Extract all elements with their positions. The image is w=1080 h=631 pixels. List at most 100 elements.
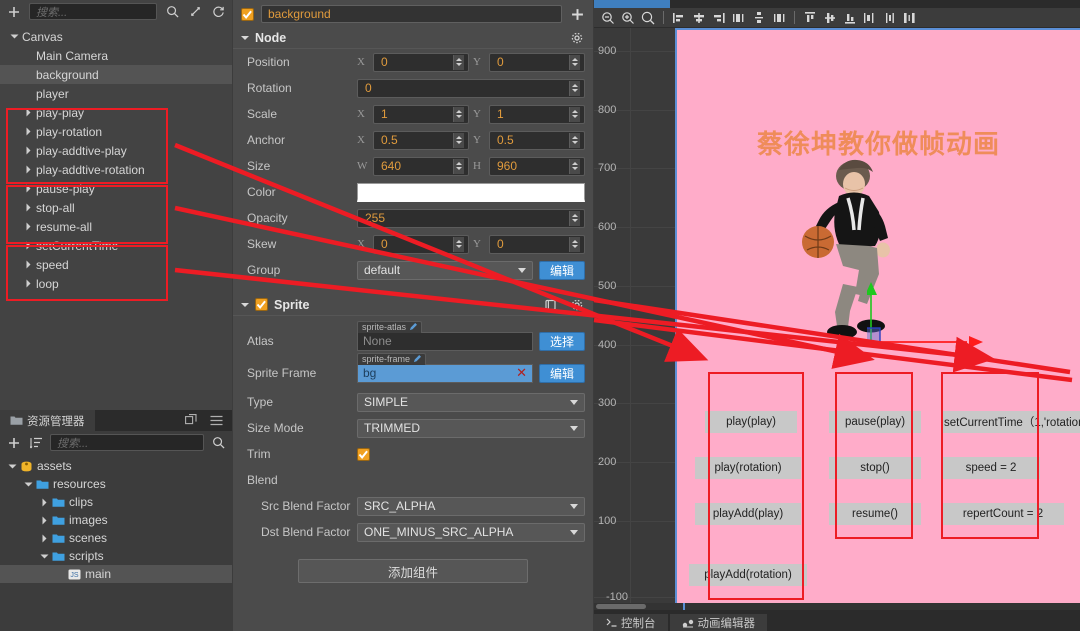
trim-checkbox[interactable]: [357, 447, 370, 461]
hierarchy-node-background[interactable]: background: [0, 65, 232, 84]
popout-icon[interactable]: [183, 412, 199, 428]
scale-x-input[interactable]: 1: [373, 104, 469, 124]
sprite-section-header[interactable]: Sprite: [233, 294, 593, 316]
stepper[interactable]: [453, 106, 464, 122]
gear-icon[interactable]: [569, 297, 585, 313]
distribute-center-icon[interactable]: [751, 10, 767, 26]
tab-animation-editor[interactable]: 动画编辑器: [669, 614, 767, 631]
zoom-fit-icon[interactable]: [640, 10, 656, 26]
link-icon[interactable]: [187, 4, 203, 20]
hierarchy-node-stop-all[interactable]: stop-all: [0, 198, 232, 217]
ui-button-play-rotation[interactable]: play(rotation): [695, 457, 801, 479]
add-component-button[interactable]: 添加组件: [298, 559, 528, 583]
hierarchy-node-speed[interactable]: speed: [0, 255, 232, 274]
ui-button-playadd-rotation[interactable]: playAdd(rotation): [689, 564, 807, 586]
hierarchy-node-resume-all[interactable]: resume-all: [0, 217, 232, 236]
game-canvas[interactable]: 蔡徐坤教你做帧动画 play(play) play(rotation) play…: [675, 28, 1080, 610]
chevron-right-icon[interactable]: [40, 516, 49, 525]
align-bottom-icon[interactable]: [842, 10, 858, 26]
hierarchy-node-loop[interactable]: loop: [0, 274, 232, 293]
size-width-input[interactable]: 640: [373, 156, 469, 176]
group-select[interactable]: default: [357, 260, 533, 280]
size-height-input[interactable]: 960: [489, 156, 585, 176]
asset-item-clips[interactable]: clips: [0, 493, 232, 511]
ui-button-speed[interactable]: speed = 2: [942, 457, 1040, 479]
atlas-input[interactable]: None: [357, 331, 533, 351]
asset-item-main[interactable]: JS main: [0, 565, 232, 583]
ui-button-setcurrenttime[interactable]: setCurrentTime（1,'rotation'）: [942, 411, 1080, 433]
scene-horizontal-scrollbar[interactable]: [594, 603, 1080, 610]
src-blend-select[interactable]: SRC_ALPHA: [357, 496, 585, 516]
distribute-edges-icon[interactable]: [902, 10, 918, 26]
stepper[interactable]: [569, 80, 580, 96]
zoom-out-icon[interactable]: [600, 10, 616, 26]
node-section-header[interactable]: Node: [233, 27, 593, 49]
assets-search-input[interactable]: 搜索...: [50, 434, 204, 451]
chevron-right-icon[interactable]: [40, 534, 49, 543]
position-y-input[interactable]: 0: [489, 52, 585, 72]
sprite-frame-input[interactable]: bg ✕: [357, 363, 533, 383]
align-middle-icon[interactable]: [822, 10, 838, 26]
opacity-input[interactable]: 255: [357, 208, 585, 228]
chevron-right-icon[interactable]: [24, 165, 33, 174]
tab-asset-manager[interactable]: 资源管理器: [0, 410, 95, 431]
distribute-right-icon[interactable]: [771, 10, 787, 26]
scrollbar-thumb[interactable]: [596, 604, 646, 609]
clear-icon[interactable]: ✕: [516, 365, 527, 381]
ui-button-pause-play[interactable]: pause(play): [829, 411, 921, 433]
stepper[interactable]: [569, 158, 580, 174]
chevron-right-icon[interactable]: [24, 146, 33, 155]
stepper[interactable]: [569, 106, 580, 122]
dst-blend-select[interactable]: ONE_MINUS_SRC_ALPHA: [357, 522, 585, 542]
ui-button-repertcount[interactable]: repertCount = 2: [942, 503, 1064, 525]
asset-item-resources[interactable]: resources: [0, 475, 232, 493]
stepper[interactable]: [569, 210, 580, 226]
distribute-v-icon[interactable]: [882, 10, 898, 26]
distribute-left-icon[interactable]: [731, 10, 747, 26]
sprite-frame-edit-button[interactable]: 编辑: [538, 363, 585, 383]
asset-item-scenes[interactable]: scenes: [0, 529, 232, 547]
hierarchy-node-pause-play[interactable]: pause-play: [0, 179, 232, 198]
refresh-icon[interactable]: [210, 4, 226, 20]
color-swatch[interactable]: [357, 182, 585, 202]
chevron-right-icon[interactable]: [24, 260, 33, 269]
transform-gizmo[interactable]: [867, 270, 987, 360]
ui-button-stop[interactable]: stop(): [829, 457, 921, 479]
sort-icon[interactable]: [28, 435, 44, 451]
type-select[interactable]: SIMPLE: [357, 392, 585, 412]
size-mode-select[interactable]: TRIMMED: [357, 418, 585, 438]
chevron-right-icon[interactable]: [24, 184, 33, 193]
menu-icon[interactable]: [208, 412, 224, 428]
chevron-down-icon[interactable]: [8, 462, 17, 471]
asset-item-images[interactable]: images: [0, 511, 232, 529]
hierarchy-node-play-addtive-play[interactable]: play-addtive-play: [0, 141, 232, 160]
chevron-right-icon[interactable]: [24, 241, 33, 250]
help-book-icon[interactable]: [543, 297, 559, 313]
align-left-icon[interactable]: [671, 10, 687, 26]
chevron-right-icon[interactable]: [24, 279, 33, 288]
hierarchy-node-canvas[interactable]: Canvas: [0, 27, 232, 46]
distribute-h-icon[interactable]: [862, 10, 878, 26]
chevron-right-icon[interactable]: [24, 127, 33, 136]
chevron-down-icon[interactable]: [40, 552, 49, 561]
chevron-right-icon[interactable]: [24, 108, 33, 117]
node-name-input[interactable]: background: [261, 5, 562, 23]
chevron-right-icon[interactable]: [24, 222, 33, 231]
atlas-select-button[interactable]: 选择: [538, 331, 585, 351]
stepper[interactable]: [453, 158, 464, 174]
position-x-input[interactable]: 0: [373, 52, 469, 72]
hierarchy-node-main-camera[interactable]: Main Camera: [0, 46, 232, 65]
hierarchy-node-setcurrenttime[interactable]: setCurrentTime: [0, 236, 232, 255]
search-icon[interactable]: [210, 435, 226, 451]
plus-icon[interactable]: [6, 4, 22, 20]
node-enabled-checkbox[interactable]: [241, 7, 254, 21]
chevron-down-icon[interactable]: [10, 32, 19, 41]
sprite-enabled-checkbox[interactable]: [255, 298, 268, 311]
chevron-right-icon[interactable]: [24, 203, 33, 212]
scale-y-input[interactable]: 1: [489, 104, 585, 124]
gear-icon[interactable]: [569, 30, 585, 46]
stepper[interactable]: [569, 236, 580, 252]
plus-icon[interactable]: [6, 435, 22, 451]
hierarchy-node-play-addtive-rotation[interactable]: play-addtive-rotation: [0, 160, 232, 179]
ui-button-playadd-play[interactable]: playAdd(play): [695, 503, 801, 525]
